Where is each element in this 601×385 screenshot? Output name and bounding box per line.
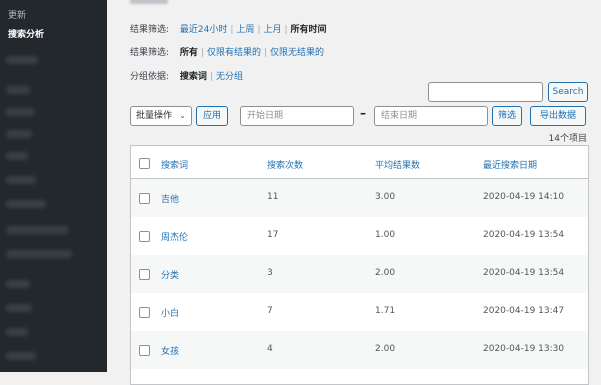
date-range-separator: – (360, 106, 366, 120)
avg-results: 3.00 (375, 192, 396, 202)
blurred-menu-item (6, 328, 28, 336)
blurred-menu-item (6, 200, 46, 208)
select-all-checkbox[interactable] (139, 158, 150, 169)
search-term-link[interactable]: 小白 (161, 306, 179, 319)
time-filter-label: 结果筛选: (130, 25, 170, 35)
group-by-label: 分组依据: (130, 72, 170, 82)
blurred-menu-item (6, 108, 34, 116)
results-filter-label: 结果筛选: (130, 48, 170, 58)
last-search-date: 2020-04-19 13:54 (483, 268, 565, 278)
table-row: 小白 7 1.71 2020-04-19 13:47 (131, 293, 588, 331)
results-filter-row: 结果筛选: 所有 | 仅限有结果的 | 仅限无结果的 (130, 48, 325, 58)
last-search-date: 2020-04-19 14:10 (483, 192, 565, 202)
blurred-menu-item (6, 304, 32, 312)
avg-results: 1.71 (375, 306, 396, 316)
search-input[interactable] (428, 82, 543, 102)
search-term-link[interactable]: 分类 (161, 268, 179, 281)
blurred-menu-item (6, 152, 28, 160)
column-search-term[interactable]: 搜索词 (161, 158, 188, 171)
search-button[interactable]: Search (548, 82, 588, 102)
blurred-menu-item (6, 226, 68, 234)
filter-with-results[interactable]: 仅限有结果的 (207, 48, 261, 58)
filter-last-week[interactable]: 上周 (236, 25, 254, 35)
group-by-search-term[interactable]: 搜索词 (180, 72, 207, 82)
filter-last-month[interactable]: 上月 (263, 25, 281, 35)
column-last-search-date[interactable]: 最近搜索日期 (483, 158, 537, 171)
table-row: 周杰伦 17 1.00 2020-04-19 13:54 (131, 217, 588, 255)
blurred-menu-item (6, 250, 72, 258)
table-row: 吉他 11 3.00 2020-04-19 14:10 (131, 179, 588, 217)
row-checkbox[interactable] (139, 307, 150, 318)
item-count: 14个项目 (548, 134, 587, 144)
avg-results: 2.00 (375, 344, 396, 354)
start-date-input[interactable]: 开始日期 (240, 106, 354, 126)
search-count: 17 (267, 230, 279, 240)
row-checkbox[interactable] (139, 231, 150, 242)
table-header: 搜索词 搜索次数 平均结果数 最近搜索日期 (131, 146, 588, 179)
sidebar-item-update[interactable]: 更新 (8, 8, 26, 21)
apply-button[interactable]: 应用 (196, 106, 228, 126)
filter-without-results[interactable]: 仅限无结果的 (270, 48, 324, 58)
row-checkbox[interactable] (139, 193, 150, 204)
export-data-button[interactable]: 导出数据 (530, 106, 586, 126)
table-row: 女孩 4 2.00 2020-04-19 13:30 (131, 331, 588, 369)
row-checkbox[interactable] (139, 269, 150, 280)
last-search-date: 2020-04-19 13:47 (483, 306, 565, 316)
blurred-menu-item (6, 56, 38, 64)
cut-off-heading (130, 0, 168, 4)
end-date-input[interactable]: 结束日期 (374, 106, 488, 126)
blurred-menu-item (6, 176, 36, 184)
chevron-down-icon: ⌄ (179, 111, 186, 120)
admin-sidebar: 更新 搜索分析 (0, 0, 107, 372)
search-term-link[interactable]: 周杰伦 (161, 230, 188, 243)
column-avg-results[interactable]: 平均结果数 (375, 158, 420, 171)
main-content: 结果筛选: 最近24小时 | 上周 | 上月 | 所有时间 结果筛选: 所有 | 仅限有结果的 |… (122, 0, 601, 385)
avg-results: 2.00 (375, 268, 396, 278)
last-search-date: 2020-04-19 13:30 (483, 344, 565, 354)
group-by-row: 分组依据: 搜索词 | 无分组 (130, 72, 243, 82)
bulk-action-value: 批量操作 (136, 111, 173, 121)
search-terms-table: 搜索词 搜索次数 平均结果数 最近搜索日期 吉他 11 3.00 2020-04… (130, 145, 589, 385)
time-filter-row: 结果筛选: 最近24小时 | 上周 | 上月 | 所有时间 (130, 25, 327, 35)
filter-all[interactable]: 所有 (180, 48, 198, 58)
blurred-menu-item (6, 352, 36, 360)
search-count: 11 (267, 192, 279, 202)
search-count: 3 (267, 268, 273, 278)
search-count: 7 (267, 306, 273, 316)
filter-all-time[interactable]: 所有时间 (291, 25, 327, 35)
search-count: 4 (267, 344, 273, 354)
blurred-menu-item (6, 130, 32, 138)
blurred-menu-item (6, 86, 30, 94)
row-checkbox[interactable] (139, 345, 150, 356)
filter-last-24h[interactable]: 最近24小时 (180, 25, 227, 35)
table-row: 分类 3 2.00 2020-04-19 13:54 (131, 255, 588, 293)
bulk-action-select[interactable]: 批量操作 ⌄ (130, 106, 192, 126)
search-term-link[interactable]: 女孩 (161, 344, 179, 357)
blurred-menu-item (6, 280, 30, 288)
avg-results: 1.00 (375, 230, 396, 240)
column-search-count[interactable]: 搜索次数 (267, 158, 303, 171)
last-search-date: 2020-04-19 13:54 (483, 230, 565, 240)
search-term-link[interactable]: 吉他 (161, 192, 179, 205)
sidebar-item-search-analytics[interactable]: 搜索分析 (8, 27, 44, 40)
filter-button[interactable]: 筛选 (492, 106, 522, 126)
group-by-none[interactable]: 无分组 (216, 72, 243, 82)
